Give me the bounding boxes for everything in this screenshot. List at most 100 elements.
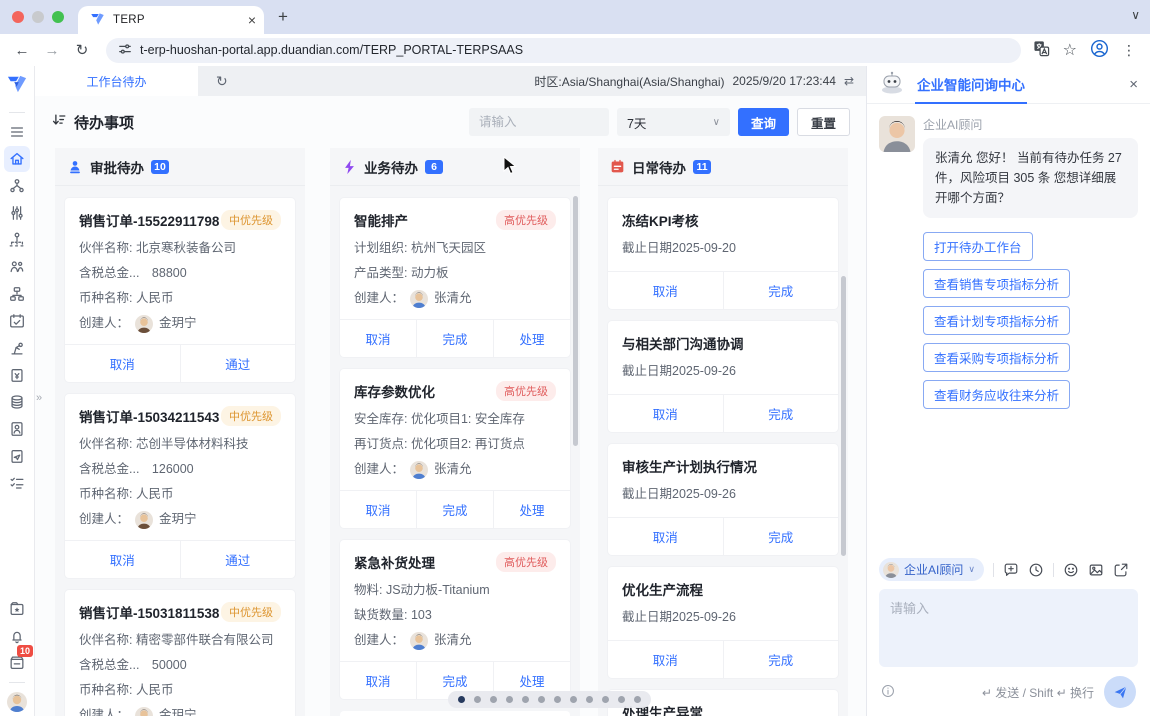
sidebar-item-org-share[interactable]: [4, 173, 30, 199]
todo-card[interactable]: 库存参数优化高优先级安全库存: 优化项目1: 安全库存再订货点: 优化项目2: …: [340, 369, 570, 528]
todo-card[interactable]: 冻结KPI考核截止日期2025-09-20取消完成: [608, 198, 838, 309]
chrome-menu-icon[interactable]: ⋮: [1122, 42, 1136, 59]
sidebar-item-org-dashed[interactable]: [4, 227, 30, 253]
pagination-dot[interactable]: [506, 696, 513, 703]
card-action-取消[interactable]: 取消: [608, 518, 723, 555]
sidebar-item-clipboard-plane[interactable]: [4, 443, 30, 469]
message-input[interactable]: 请输入: [879, 589, 1138, 667]
address-bar[interactable]: t-erp-huoshan-portal.app.duandian.com/TE…: [106, 38, 1021, 63]
quick-action-button[interactable]: 查看计划专项指标分析: [923, 306, 1070, 335]
pagination-dot[interactable]: [474, 696, 481, 703]
pagination-dot[interactable]: [618, 696, 625, 703]
todo-card[interactable]: 智能排产高优先级计划组织: 杭州飞天园区产品类型: 动力板创建人：张清允取消完成…: [340, 198, 570, 357]
sidebar-item-sliders[interactable]: [4, 200, 30, 226]
sidebar-item-checklist[interactable]: [4, 470, 30, 496]
card-action-通过[interactable]: 通过: [180, 345, 296, 382]
pagination-dot[interactable]: [602, 696, 609, 703]
forward-icon[interactable]: →: [40, 42, 64, 59]
pagination-dot[interactable]: [490, 696, 497, 703]
sidebar-item-tray[interactable]: 10: [4, 650, 30, 676]
todo-card[interactable]: 销售订单-15522911798中优先级伙伴名称: 北京寒秋装备公司含税总金..…: [65, 198, 295, 382]
sidebar-item-doc-person[interactable]: [4, 416, 30, 442]
quick-action-button[interactable]: 查看销售专项指标分析: [923, 269, 1070, 298]
query-button[interactable]: 查询: [738, 108, 789, 136]
card-action-完成[interactable]: 完成: [416, 491, 493, 528]
pagination-dot[interactable]: [538, 696, 545, 703]
profile-icon[interactable]: [1090, 39, 1109, 61]
pagination-dot[interactable]: [586, 696, 593, 703]
reset-button[interactable]: 重置: [797, 108, 850, 136]
todo-card[interactable]: 销售订单-15034211543中优先级伙伴名称: 芯创半导体材料科技含税总金.…: [65, 394, 295, 578]
card-action-处理[interactable]: 处理: [493, 320, 570, 357]
search-input[interactable]: [469, 108, 609, 136]
agent-selector[interactable]: 企业AI顾问 ∨: [879, 558, 984, 581]
sidebar-item-home[interactable]: [4, 146, 30, 172]
back-icon[interactable]: ←: [10, 42, 34, 59]
card-action-完成[interactable]: 完成: [723, 518, 839, 555]
window-close-button[interactable]: [12, 11, 24, 23]
card-action-取消[interactable]: 取消: [65, 345, 180, 382]
site-settings-icon[interactable]: [118, 42, 132, 59]
todo-card[interactable]: 优化生产流程截止日期2025-09-26取消完成: [608, 567, 838, 678]
tab-workspace-todo[interactable]: 工作台待办: [35, 66, 198, 96]
card-action-完成[interactable]: 完成: [723, 395, 839, 432]
user-avatar[interactable]: [7, 692, 27, 712]
todo-card[interactable]: 销售订单-15031811538中优先级伙伴名称: 精密零部件联合有限公司含税总…: [65, 590, 295, 716]
sidebar-item-folder-star[interactable]: [4, 596, 30, 622]
todo-card[interactable]: 与相关部门沟通协调截止日期2025-09-26取消完成: [608, 321, 838, 432]
emoji-icon[interactable]: [1063, 562, 1079, 578]
card-action-完成[interactable]: 完成: [723, 641, 839, 678]
carousel-pagination[interactable]: [448, 691, 651, 708]
quick-action-button[interactable]: 查看财务应收往来分析: [923, 380, 1070, 409]
tab-close-icon[interactable]: ×: [248, 13, 256, 27]
pagination-dot[interactable]: [570, 696, 577, 703]
card-action-完成[interactable]: 完成: [416, 320, 493, 357]
todo-card[interactable]: 紧急补货处理高优先级物料: JS动力板-Titanium缺货数量: 103创建人…: [340, 540, 570, 699]
pagination-dot[interactable]: [554, 696, 561, 703]
card-action-完成[interactable]: 完成: [723, 272, 839, 309]
browser-tab[interactable]: TERP ×: [78, 6, 264, 34]
timezone-swap-icon[interactable]: ⇄: [844, 74, 854, 88]
card-action-取消[interactable]: 取消: [340, 662, 416, 699]
image-icon[interactable]: [1088, 562, 1104, 578]
sidebar-item-robot-arm[interactable]: [4, 335, 30, 361]
window-zoom-button[interactable]: [52, 11, 64, 23]
card-action-通过[interactable]: 通过: [180, 541, 296, 578]
sidebar-item-coins[interactable]: [4, 389, 30, 415]
partial-card[interactable]: [340, 711, 570, 716]
history-icon[interactable]: [1028, 562, 1044, 578]
pagination-dot[interactable]: [634, 696, 641, 703]
pagination-dot[interactable]: [522, 696, 529, 703]
window-minimize-button[interactable]: [32, 11, 44, 23]
card-action-取消[interactable]: 取消: [340, 491, 416, 528]
close-icon[interactable]: ×: [1129, 76, 1138, 93]
quick-action-button[interactable]: 查看采购专项指标分析: [923, 343, 1070, 372]
todo-card[interactable]: 审核生产计划执行情况截止日期2025-09-26取消完成: [608, 444, 838, 555]
send-button[interactable]: [1104, 676, 1136, 708]
card-action-取消[interactable]: 取消: [608, 395, 723, 432]
sidebar-item-menu[interactable]: [4, 119, 30, 145]
sidebar-item-sitemap[interactable]: [4, 281, 30, 307]
translate-icon[interactable]: [1033, 40, 1050, 60]
sidebar-item-clipboard-yen[interactable]: [4, 362, 30, 388]
sidebar-expand-handle[interactable]: »: [36, 392, 42, 404]
expand-window-icon[interactable]: [1113, 562, 1129, 578]
bookmark-star-icon[interactable]: ☆: [1063, 40, 1077, 60]
column-scrollbar[interactable]: [573, 196, 578, 446]
card-action-取消[interactable]: 取消: [340, 320, 416, 357]
card-action-取消[interactable]: 取消: [608, 641, 723, 678]
range-select[interactable]: 7天 ∨: [617, 108, 730, 136]
tab-list-chevron-icon[interactable]: ∨: [1131, 8, 1140, 22]
sidebar-item-people[interactable]: [4, 254, 30, 280]
pagination-dot[interactable]: [458, 696, 465, 703]
reload-icon[interactable]: ↻: [70, 41, 94, 59]
card-action-取消[interactable]: 取消: [65, 541, 180, 578]
new-chat-icon[interactable]: [1003, 562, 1019, 578]
sidebar-item-calendar-check[interactable]: [4, 308, 30, 334]
card-action-取消[interactable]: 取消: [608, 272, 723, 309]
quick-action-button[interactable]: 打开待办工作台: [923, 232, 1033, 261]
refresh-icon[interactable]: ↻: [216, 73, 228, 90]
column-scrollbar[interactable]: [841, 276, 846, 556]
new-tab-button[interactable]: +: [278, 7, 288, 27]
card-action-处理[interactable]: 处理: [493, 491, 570, 528]
